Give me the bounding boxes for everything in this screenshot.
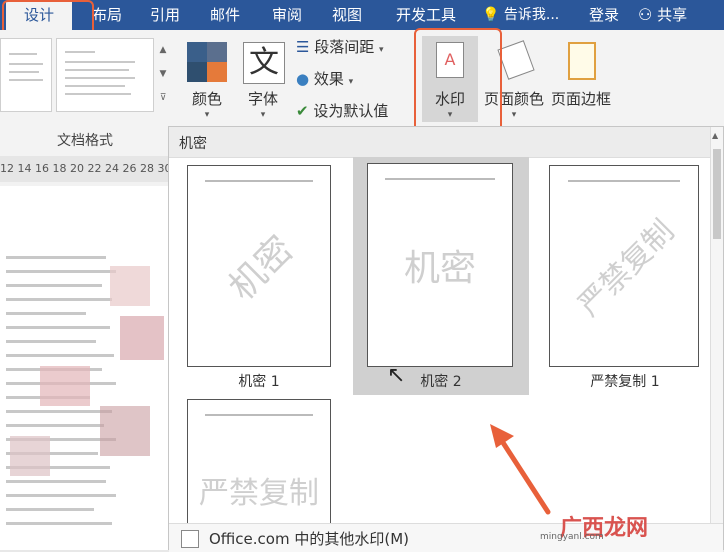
site-watermark-brand: 广西龙网 mingyanl.com	[540, 510, 648, 542]
annotation-arrow	[490, 424, 551, 515]
site-url-text: mingyanl.com	[540, 532, 604, 542]
